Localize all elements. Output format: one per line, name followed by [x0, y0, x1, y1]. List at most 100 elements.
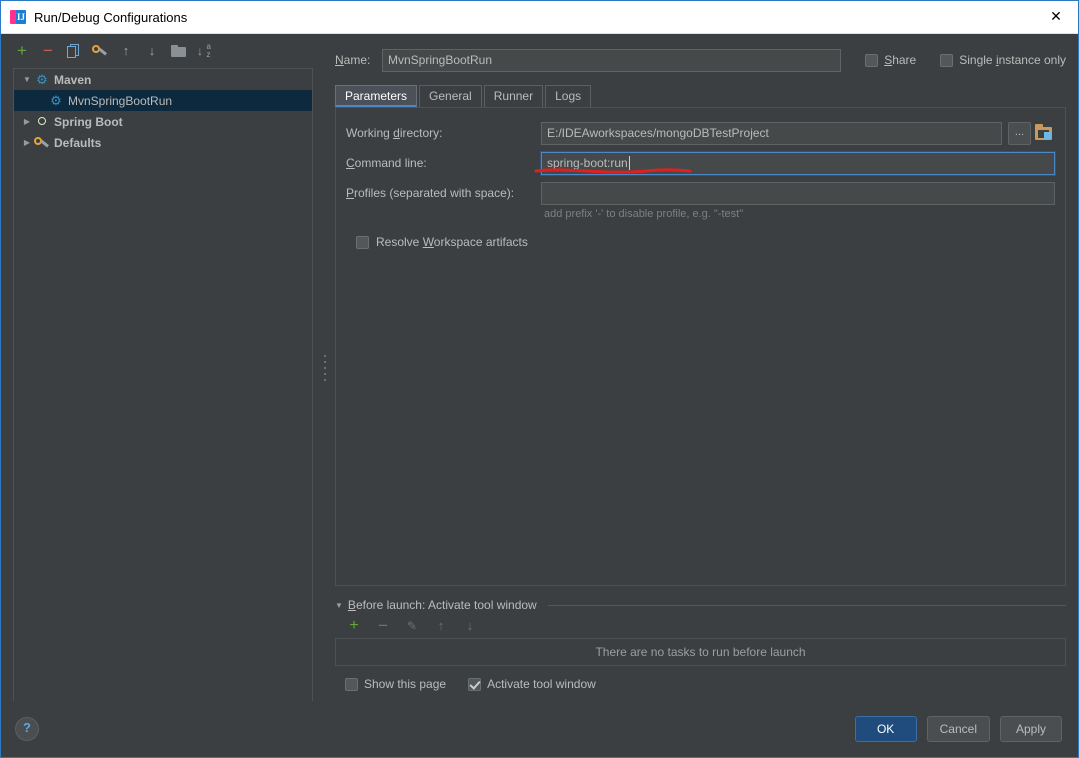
copy-icon [67, 43, 81, 59]
add-task-button[interactable]: + [345, 617, 363, 635]
add-configuration-button[interactable]: + [13, 42, 31, 60]
tree-item-label: Spring Boot [54, 114, 123, 129]
dialog-content: + − ↑ ↓ ↓ a z ▼ ⚙ Maven ⚙ MvnSpringBootR… [1, 34, 1078, 701]
parameters-panel: Working directory: ... Command line: spr… [335, 107, 1066, 586]
name-input[interactable] [381, 48, 842, 72]
chevron-down-icon[interactable]: ▼ [335, 601, 343, 610]
command-line-value: spring-boot:run [547, 155, 628, 170]
activate-tool-window-label: Activate tool window [487, 677, 596, 691]
spring-leaf-icon [34, 114, 50, 130]
gear-icon: ⚙ [50, 92, 62, 108]
run-debug-configurations-dialog: IJ Run/Debug Configurations ✕ + − ↑ ↓ ↓ … [0, 0, 1079, 758]
ok-button[interactable]: OK [854, 716, 917, 742]
chevron-right-icon[interactable]: ▶ [20, 138, 34, 147]
command-line-input[interactable]: spring-boot:run [541, 151, 1055, 175]
splitter-grip [323, 352, 327, 383]
tree-item-label: Maven [54, 72, 92, 87]
configurations-sidebar: + − ↑ ↓ ↓ a z ▼ ⚙ Maven ⚙ MvnSpringBootR… [1, 34, 321, 701]
tree-item-maven[interactable]: ▼ ⚙ Maven [14, 69, 312, 90]
title-bar: IJ Run/Debug Configurations ✕ [1, 1, 1078, 34]
before-launch-empty-text: There are no tasks to run before launch [595, 645, 806, 659]
name-row: Name: Share Single instance only [329, 34, 1066, 74]
remove-task-button: − [374, 617, 392, 635]
move-up-button[interactable]: ↑ [117, 42, 135, 60]
share-label: Share [884, 53, 917, 67]
help-icon[interactable]: ? [15, 717, 39, 741]
activate-tool-window-checkbox[interactable]: Activate tool window [468, 677, 596, 691]
before-launch-title: Before launch: Activate tool window [347, 598, 537, 612]
move-task-up-button: ↑ [432, 617, 450, 635]
tree-item-spring-boot[interactable]: ▶ Spring Boot [14, 111, 312, 132]
dialog-footer: ? OK Cancel Apply [1, 701, 1078, 757]
name-label: Name: [335, 53, 371, 67]
before-launch-header[interactable]: ▼ Before launch: Activate tool window [335, 596, 1066, 614]
before-launch-section: ▼ Before launch: Activate tool window + … [335, 596, 1066, 701]
remove-configuration-button[interactable]: − [39, 42, 57, 60]
configurations-tree[interactable]: ▼ ⚙ Maven ⚙ MvnSpringBootRun ▶ Spring Bo… [13, 68, 313, 701]
show-this-page-label: Show this page [364, 677, 447, 691]
folder-icon [170, 45, 186, 57]
chevron-down-icon[interactable]: ▼ [20, 75, 34, 84]
share-checkbox[interactable]: Share [865, 53, 916, 67]
tab-logs[interactable]: Logs [545, 85, 592, 107]
command-line-label: Command line: [346, 156, 427, 170]
close-icon[interactable]: ✕ [1034, 1, 1078, 32]
resolve-workspace-label: Resolve Workspace artifacts [376, 235, 528, 249]
working-directory-label: Working directory: [346, 126, 443, 140]
create-folder-button[interactable] [169, 42, 187, 60]
section-divider [547, 604, 1066, 606]
single-instance-checkbox[interactable]: Single instance only [940, 53, 1066, 67]
edit-task-button: ✎ [403, 617, 421, 635]
tab-parameters[interactable]: Parameters [335, 85, 418, 107]
checkbox-box [865, 53, 879, 67]
single-instance-label: Single instance only [959, 53, 1066, 67]
window-title: Run/Debug Configurations [34, 9, 188, 25]
resolve-workspace-checkbox[interactable]: Resolve Workspace artifacts [356, 235, 1055, 249]
move-down-button[interactable]: ↓ [143, 42, 161, 60]
tab-runner[interactable]: Runner [483, 85, 544, 107]
checkbox-box [345, 677, 358, 691]
edit-defaults-button[interactable] [91, 42, 109, 60]
pencil-icon: ✎ [406, 619, 418, 633]
profiles-input[interactable] [541, 181, 1055, 205]
browse-ellipsis-button[interactable]: ... [1008, 121, 1031, 145]
command-line-row: Command line: spring-boot:run [346, 148, 1055, 178]
intellij-idea-icon: IJ [10, 9, 26, 25]
minus-icon: − [378, 616, 388, 635]
minus-icon: − [43, 41, 53, 60]
wrench-icon [92, 43, 108, 59]
sort-configurations-button[interactable]: ↓ a z [195, 42, 213, 60]
tree-item-label: MvnSpringBootRun [68, 93, 173, 108]
show-this-page-checkbox[interactable]: Show this page [345, 677, 446, 691]
plus-icon: + [349, 617, 359, 634]
chevron-right-icon[interactable]: ▶ [20, 117, 34, 126]
tree-item-mvnspringbootrun[interactable]: ⚙ MvnSpringBootRun [14, 90, 312, 111]
checkbox-box [468, 677, 482, 691]
cancel-button[interactable]: Cancel [926, 716, 990, 742]
editor-tabs: Parameters General Runner Logs [335, 85, 1066, 107]
plus-icon: + [17, 41, 27, 60]
checkbox-box [940, 53, 954, 67]
before-launch-options: Show this page Activate tool window [345, 677, 1066, 701]
checkbox-box [356, 235, 369, 249]
move-task-down-button: ↓ [461, 617, 479, 635]
tab-general[interactable]: General [419, 85, 482, 107]
apply-button[interactable]: Apply [1000, 716, 1062, 742]
arrow-up-icon: ↑ [437, 618, 445, 633]
configuration-editor: Name: Share Single instance only Paramet… [329, 34, 1078, 701]
tree-item-defaults[interactable]: ▶ Defaults [14, 132, 312, 153]
arrow-down-icon: ↓ [466, 618, 474, 633]
text-caret [628, 156, 630, 170]
profiles-row: Profiles (separated with space): [346, 178, 1055, 208]
copy-configuration-button[interactable] [65, 42, 83, 60]
arrow-down-icon: ↓ [148, 43, 156, 58]
profiles-hint: add prefix '-' to disable profile, e.g. … [544, 208, 744, 220]
profiles-label: Profiles (separated with space): [346, 186, 515, 200]
tree-item-label: Defaults [54, 135, 102, 150]
sidebar-splitter[interactable] [321, 34, 329, 701]
working-directory-input[interactable] [541, 121, 1002, 145]
sort-alpha-icon: ↓ a z [197, 42, 211, 59]
before-launch-task-list[interactable]: There are no tasks to run before launch [335, 638, 1066, 666]
open-folder-icon[interactable] [1034, 123, 1055, 144]
wrench-icon [34, 135, 50, 151]
